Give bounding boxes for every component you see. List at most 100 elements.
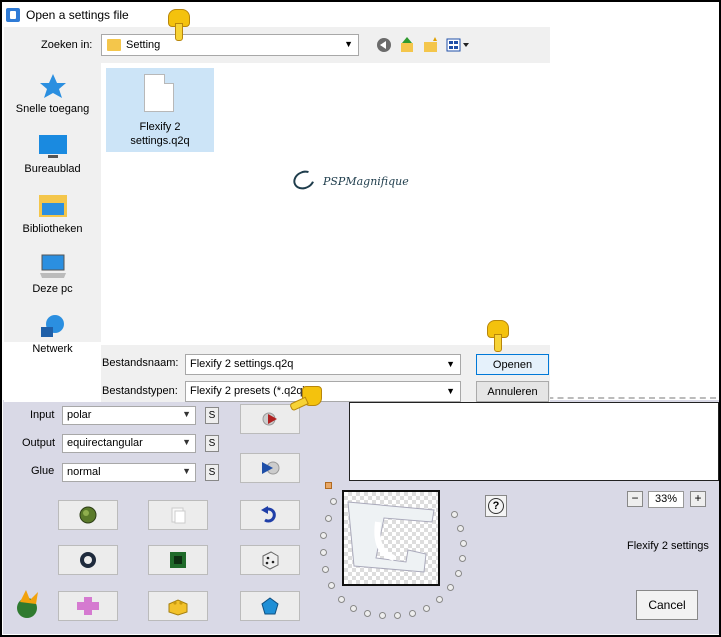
cross-shape-icon [77,597,99,615]
ring-dot[interactable] [338,596,345,603]
ring-dot[interactable] [325,515,332,522]
help-button[interactable]: ? [485,495,507,517]
place-label: Netwerk [32,343,73,355]
ring-dot[interactable] [379,612,386,619]
chevron-down-icon: ▼ [344,39,353,49]
place-quick-access[interactable]: Snelle toegang [4,73,101,115]
chevron-down-icon: ▼ [182,466,191,476]
undo-icon [261,506,276,523]
ring-dot[interactable] [350,605,357,612]
ring-dot[interactable] [409,610,416,617]
pointing-hand-icon [166,9,192,43]
dialog-bottom-bar: Bestandsnaam: Flexify 2 settings.q2q ▼ B… [101,345,550,402]
pentagon-icon [261,597,279,615]
ring-button[interactable] [58,545,118,575]
ring-dot[interactable] [460,540,467,547]
ring-handle[interactable] [325,482,332,489]
star-icon [38,73,68,99]
input-s-button[interactable]: S [205,407,219,424]
ring-dot[interactable] [322,566,329,573]
cross-button[interactable] [58,591,118,621]
glue-label: Glue [31,465,55,477]
input-select-value: polar [67,409,92,421]
paste-icon [171,507,186,524]
output-select[interactable]: equirectangular ▼ [62,434,196,453]
new-folder-icon[interactable] [423,37,439,53]
lego-cube-icon [168,599,188,616]
up-folder-icon[interactable] [399,37,415,53]
output-s-button[interactable]: S [205,435,219,452]
ring-dot[interactable] [364,610,371,617]
ring-dot[interactable] [436,596,443,603]
random-button[interactable] [240,545,300,575]
glue-select-value: normal [67,466,101,478]
watermark-swirl-icon [290,167,318,193]
ring-dot[interactable] [394,612,401,619]
output-label: Output [22,437,56,449]
chevron-down-icon: ▼ [182,437,191,447]
lookin-value: Setting [126,39,161,51]
filename-value: Flexify 2 settings.q2q [190,358,294,370]
undo-button[interactable] [240,500,300,530]
zoom-out-button[interactable]: − [627,491,643,507]
ring-dot[interactable] [455,570,462,577]
filetype-label: Bestandstypen: [102,385,178,397]
open-file-dialog: Open a settings file Zoeken in: Setting … [4,2,550,402]
preview-thumbnail[interactable] [342,490,440,586]
view-menu-icon[interactable] [446,37,472,53]
play-icon [262,412,277,426]
frame-button[interactable] [148,545,208,575]
flexify-logo [17,590,38,618]
ring-dot[interactable] [320,549,327,556]
pointing-hand-icon [289,384,324,412]
glue-select[interactable]: normal ▼ [62,463,196,482]
plugin-cancel-button[interactable]: Cancel [636,590,698,620]
chevron-down-icon: ▼ [446,386,455,396]
chevron-down-icon: ▼ [182,409,191,419]
ring-dot[interactable] [459,555,466,562]
help-icon: ? [488,498,504,514]
dialog-cancel-button[interactable]: Annuleren [476,381,549,402]
filename-input[interactable]: Flexify 2 settings.q2q ▼ [185,354,461,375]
filetype-value: Flexify 2 presets (*.q2q) [190,385,307,397]
ring-dot[interactable] [423,605,430,612]
ring-dot[interactable] [330,498,337,505]
lookin-select[interactable]: Setting ▼ [101,34,359,56]
file-list: Flexify 2 settings.q2q PSPMagnifique [101,63,550,345]
place-desktop[interactable]: Bureaublad [4,133,101,175]
zoom-in-button[interactable]: + [690,491,706,507]
ring-dot[interactable] [447,584,454,591]
chevron-down-icon: ▼ [446,359,455,369]
animate-button[interactable] [240,453,300,483]
place-this-pc[interactable]: Deze pc [4,253,101,295]
ring-dot[interactable] [328,582,335,589]
app-icon [6,7,20,22]
zoom-value: 33% [648,491,684,508]
pentagon-button[interactable] [240,591,300,621]
open-button[interactable]: Openen [476,354,549,375]
watermark: PSPMagnifique [323,175,409,188]
back-icon[interactable] [376,37,392,53]
dice-icon [262,551,279,570]
ring-dot[interactable] [457,525,464,532]
frame-icon [170,552,186,568]
ring-icon [80,552,96,568]
cube-button[interactable] [148,591,208,621]
globe-button[interactable] [58,500,118,530]
preview-image [347,501,435,573]
places-sidebar: Snelle toegang Bureaublad Bibliotheken D… [4,63,101,355]
input-select[interactable]: polar ▼ [62,406,196,425]
file-item[interactable]: Flexify 2 settings.q2q [106,68,214,152]
ring-dot[interactable] [320,532,327,539]
place-libraries[interactable]: Bibliotheken [4,193,101,235]
place-label: Bureaublad [24,163,81,175]
glue-s-button[interactable]: S [205,464,219,481]
folder-icon [107,39,121,51]
globe-icon [79,506,97,524]
dialog-title: Open a settings file [26,7,129,22]
place-label: Bibliotheken [22,223,83,235]
place-network[interactable]: Netwerk [4,313,101,355]
ring-dot[interactable] [451,511,458,518]
lookin-label: Zoeken in: [41,39,93,51]
paste-button[interactable] [148,500,208,530]
